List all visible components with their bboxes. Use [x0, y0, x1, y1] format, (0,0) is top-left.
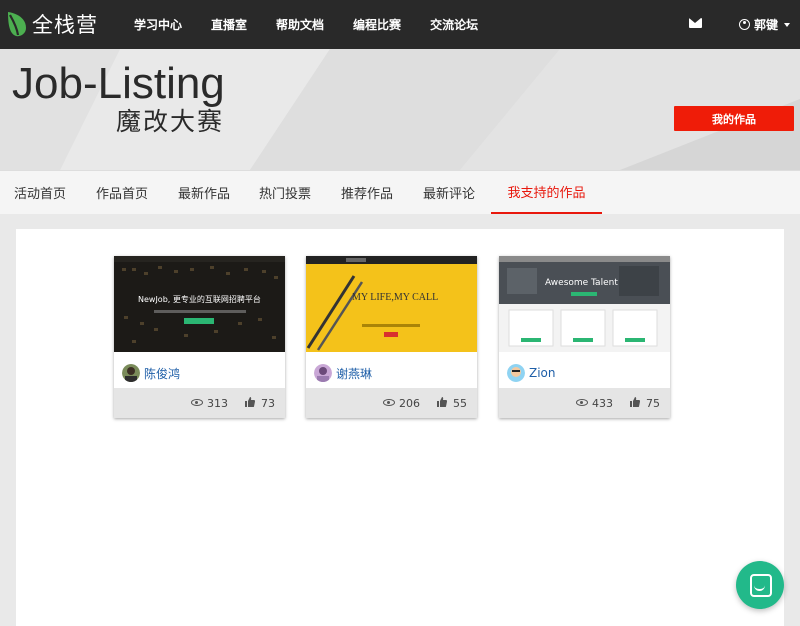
like-count: 73 [261, 397, 275, 410]
thumbnail-image [499, 256, 670, 352]
author-info[interactable]: Zion [507, 364, 556, 382]
card-stats: 206 55 [306, 388, 477, 418]
author-name[interactable]: 陈俊鸿 [144, 365, 180, 382]
card-stats: 433 75 [499, 388, 670, 418]
thumbs-up-icon[interactable] [437, 397, 447, 407]
nav-live-room[interactable]: 直播室 [211, 16, 247, 33]
contest-banner: Job-Listing 魔改大赛 我的作品 [0, 49, 800, 170]
tab-recommended[interactable]: 推荐作品 [331, 171, 403, 214]
tab-latest-comments[interactable]: 最新评论 [413, 171, 485, 214]
work-thumbnail[interactable]: NewJob, 更专业的互联网招聘平台 [114, 256, 285, 352]
user-menu[interactable]: 郭键 [739, 16, 791, 33]
logo-text: 全栈营 [32, 13, 98, 37]
user-icon [739, 19, 750, 30]
main-nav: 学习中心 直播室 帮助文档 编程比赛 交流论坛 [134, 0, 507, 49]
chat-icon[interactable] [736, 561, 784, 609]
avatar [507, 364, 525, 382]
author-name[interactable]: Zion [529, 366, 556, 380]
author-info[interactable]: 谢燕琳 [314, 364, 372, 382]
work-card[interactable]: Awesome Talent Zion 433 75 [499, 256, 670, 418]
top-navbar: 全栈营 学习中心 直播室 帮助文档 编程比赛 交流论坛 郭键 [0, 0, 800, 49]
username: 郭键 [754, 18, 779, 32]
tab-hot-votes[interactable]: 热门投票 [249, 171, 321, 214]
my-works-button[interactable]: 我的作品 [674, 106, 794, 131]
view-count: 313 [207, 397, 228, 410]
tab-bar: 活动首页 作品首页 最新作品 热门投票 推荐作品 最新评论 我支持的作品 [0, 170, 800, 214]
chevron-down-icon [784, 22, 791, 27]
work-card[interactable]: NewJob, 更专业的互联网招聘平台 陈俊鸿 313 73 [114, 256, 285, 418]
tab-latest-works[interactable]: 最新作品 [168, 171, 240, 214]
thumbnail-headline: NewJob, 更专业的互联网招聘平台 [138, 295, 261, 304]
thumbs-up-icon[interactable] [245, 397, 255, 407]
eye-icon [191, 399, 203, 406]
thumbs-up-icon[interactable] [630, 397, 640, 407]
view-count: 433 [592, 397, 613, 410]
work-thumbnail[interactable]: MY LIFE,MY CALL [306, 256, 477, 352]
tab-works-home[interactable]: 作品首页 [86, 171, 158, 214]
author-info[interactable]: 陈俊鸿 [122, 364, 180, 382]
view-count: 206 [399, 397, 420, 410]
avatar [314, 364, 332, 382]
card-stats: 313 73 [114, 388, 285, 418]
leaf-logo-icon [8, 12, 26, 37]
work-card[interactable]: MY LIFE,MY CALL 谢燕琳 206 55 [306, 256, 477, 418]
banner-subtitle: 魔改大赛 [116, 107, 225, 136]
avatar [122, 364, 140, 382]
eye-icon [576, 399, 588, 406]
author-name[interactable]: 谢燕琳 [336, 365, 372, 382]
works-panel: NewJob, 更专业的互联网招聘平台 陈俊鸿 313 73 MY LIFE,M… [16, 229, 784, 626]
mail-icon[interactable] [689, 18, 702, 28]
nav-learning-center[interactable]: 学习中心 [134, 16, 182, 33]
thumbnail-image [306, 256, 477, 352]
nav-forum[interactable]: 交流论坛 [430, 16, 478, 33]
like-count: 55 [453, 397, 467, 410]
thumbnail-headline: MY LIFE,MY CALL [352, 292, 439, 303]
eye-icon [383, 399, 395, 406]
tab-activity-home[interactable]: 活动首页 [4, 171, 76, 214]
like-count: 75 [646, 397, 660, 410]
thumbnail-headline: Awesome Talent [545, 278, 618, 288]
nav-help-docs[interactable]: 帮助文档 [276, 16, 324, 33]
work-thumbnail[interactable]: Awesome Talent [499, 256, 670, 352]
site-logo[interactable]: 全栈营 [6, 9, 98, 39]
nav-coding-contest[interactable]: 编程比赛 [353, 16, 401, 33]
tab-supported-works[interactable]: 我支持的作品 [491, 171, 602, 214]
